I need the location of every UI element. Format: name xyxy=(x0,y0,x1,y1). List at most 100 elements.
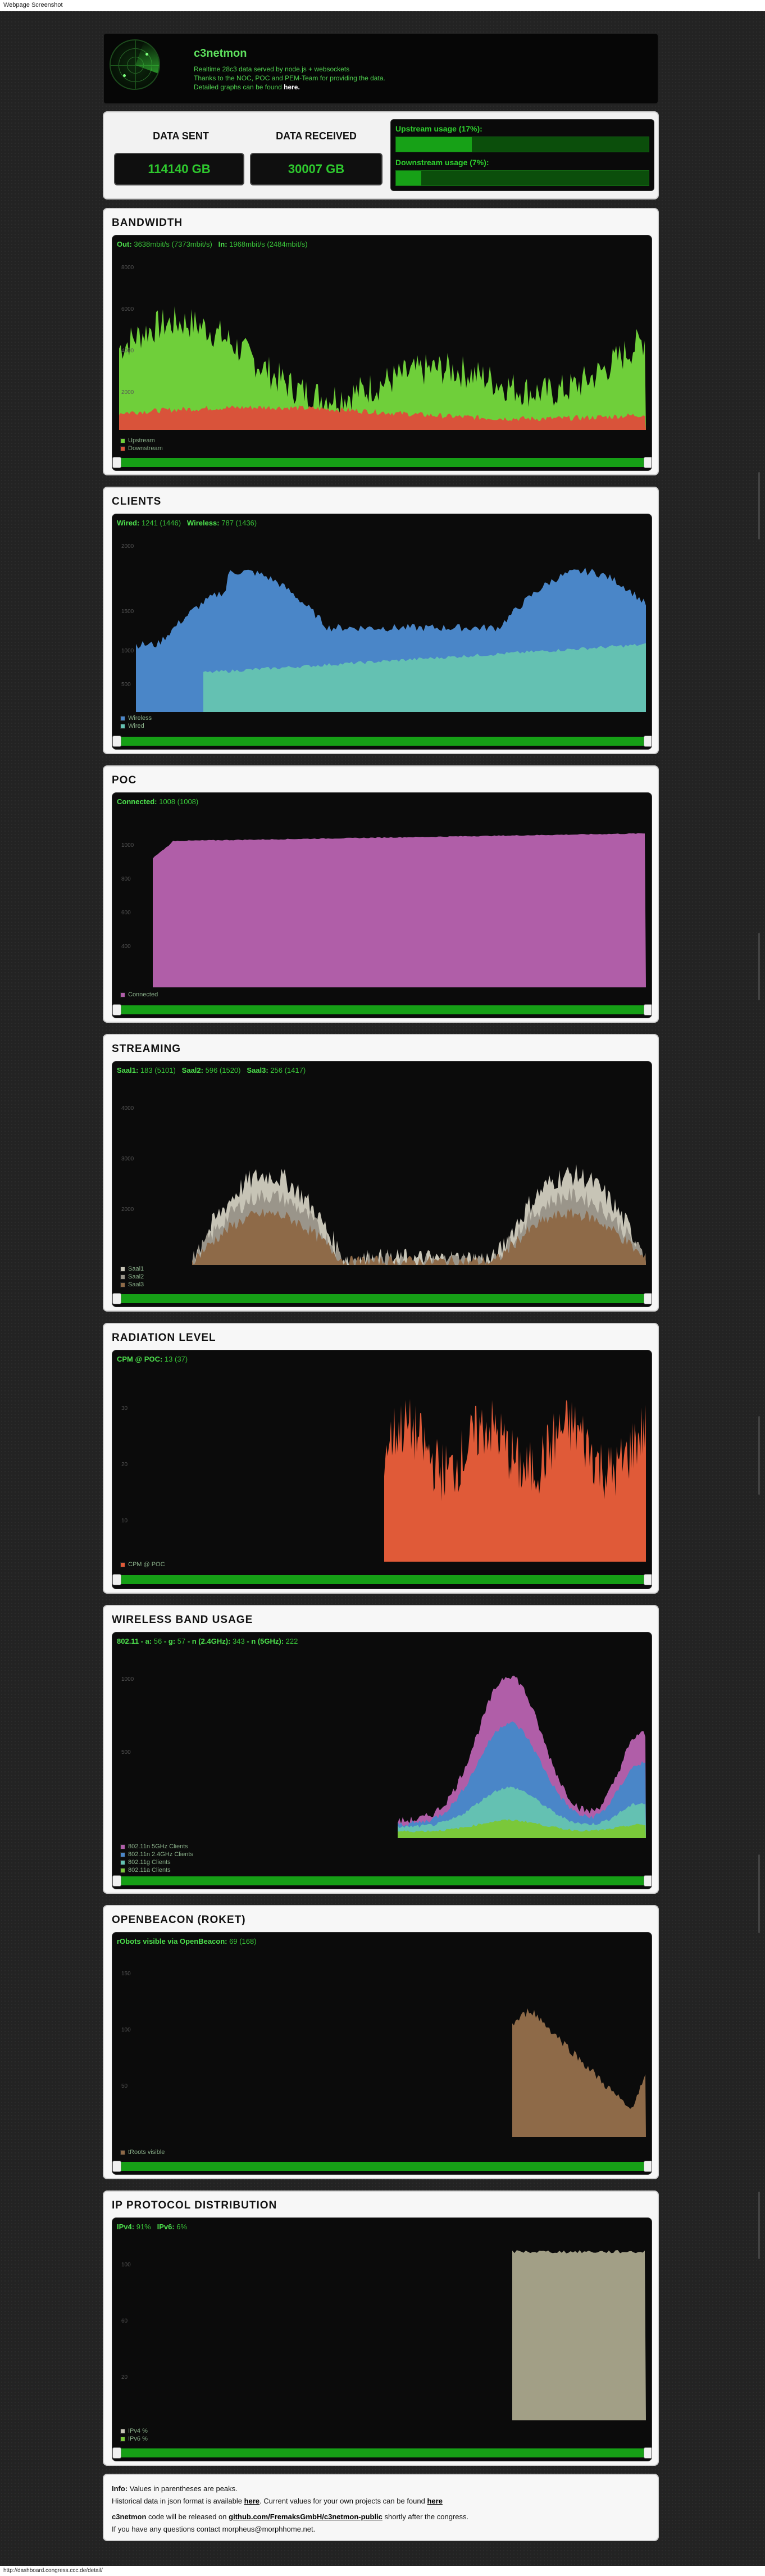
radiation-summary: CPM @ POC: 13 (37) xyxy=(117,1355,188,1363)
legend-item: 802.11a Clients xyxy=(120,1866,193,1874)
radar-logo xyxy=(110,39,160,90)
clients-legend: Wireless Wired xyxy=(120,714,152,730)
range-handle-right[interactable] xyxy=(644,2447,652,2459)
wireless-title: WIRELESS BAND USAGE xyxy=(112,1614,253,1626)
range-handle-left[interactable] xyxy=(112,1293,121,1304)
site-title: c3netmon xyxy=(194,47,247,60)
bandwidth-legend: Upstream Downstream xyxy=(120,437,163,452)
bandwidth-panel: BANDWIDTH Out: 3638mbit/s (7373mbit/s) I… xyxy=(103,208,659,475)
clients-panel: CLIENTS Wired: 1241 (1446) Wireless: 787… xyxy=(103,487,659,754)
scroll-marker xyxy=(758,2192,760,2259)
clients-title: CLIENTS xyxy=(112,496,162,507)
streaming-summary: Saal1: 183 (5101) Saal2: 596 (1520) Saal… xyxy=(117,1066,306,1074)
bandwidth-title: BANDWIDTH xyxy=(112,217,183,229)
svg-text:3000: 3000 xyxy=(121,1156,134,1162)
data-sent-label: DATA SENT xyxy=(153,130,209,142)
range-handle-right[interactable] xyxy=(644,1875,652,1886)
footer-historical: Historical data in json format is availa… xyxy=(112,2497,443,2505)
poc-range-slider[interactable] xyxy=(112,1004,652,1015)
openbeacon-chart: 150 100 50 xyxy=(119,1958,646,2137)
historical-data-link[interactable]: here xyxy=(244,2497,259,2505)
range-handle-right[interactable] xyxy=(644,736,652,747)
radiation-title: RADIATION LEVEL xyxy=(112,1332,216,1344)
legend-item: IPv4 % xyxy=(120,2427,148,2435)
svg-text:100: 100 xyxy=(121,2262,131,2268)
streaming-chart: 4000 3000 2000 xyxy=(119,1087,646,1265)
range-handle-right[interactable] xyxy=(644,1574,652,1585)
range-handle-left[interactable] xyxy=(112,457,121,468)
browser-status-bar: http://dashboard.congress.ccc.de/detail/ xyxy=(0,2566,765,2576)
legend-item: Wired xyxy=(120,722,152,730)
range-handle-left[interactable] xyxy=(112,2447,121,2459)
svg-text:1000: 1000 xyxy=(121,648,134,654)
range-handle-left[interactable] xyxy=(112,2161,121,2172)
ipproto-range-slider[interactable] xyxy=(112,2447,652,2459)
svg-text:1000: 1000 xyxy=(121,842,134,849)
range-handle-left[interactable] xyxy=(112,1875,121,1886)
traffic-stats: DATA SENT 114140 GB DATA RECEIVED 30007 … xyxy=(103,111,659,199)
scroll-marker xyxy=(758,933,760,1000)
browser-title-bar: Webpage Screenshot xyxy=(0,0,765,11)
svg-text:800: 800 xyxy=(121,876,131,882)
svg-text:2000: 2000 xyxy=(121,389,134,396)
wireless-chart: 1000 500 xyxy=(119,1658,646,1838)
site-header: c3netmon Realtime 28c3 data served by no… xyxy=(103,33,659,105)
streaming-range-slider[interactable] xyxy=(112,1293,652,1304)
range-handle-right[interactable] xyxy=(644,1004,652,1015)
radiation-chart: 30 20 10 xyxy=(119,1376,646,1562)
status-url: http://dashboard.congress.ccc.de/detail/ xyxy=(3,2568,103,2574)
radiation-range-slider[interactable] xyxy=(112,1574,652,1585)
openbeacon-range-slider[interactable] xyxy=(112,2161,652,2172)
range-handle-right[interactable] xyxy=(644,1293,652,1304)
data-received-label: DATA RECEIVED xyxy=(276,130,357,142)
svg-text:2000: 2000 xyxy=(121,1207,134,1213)
range-handle-left[interactable] xyxy=(112,1004,121,1015)
footer-contact: If you have any questions contact morphe… xyxy=(112,2525,316,2533)
svg-text:4000: 4000 xyxy=(121,348,134,354)
wireless-range-slider[interactable] xyxy=(112,1875,652,1886)
legend-item: Saal1 xyxy=(120,1265,144,1273)
browser-title: Webpage Screenshot xyxy=(3,2,63,8)
details-link[interactable]: here. xyxy=(284,83,300,91)
svg-text:30: 30 xyxy=(121,1405,128,1412)
svg-text:4000: 4000 xyxy=(121,1105,134,1112)
legend-item: Downstream xyxy=(120,445,163,452)
github-link[interactable]: github.com/FremaksGmbH/c3netmon-public xyxy=(229,2512,382,2521)
header-details: Detailed graphs can be found here. xyxy=(194,83,300,91)
footer-info: Info: Values in parentheses are peaks. xyxy=(112,2484,238,2493)
upstream-usage-label: Upstream usage (17%): xyxy=(395,124,482,133)
clients-summary: Wired: 1241 (1446) Wireless: 787 (1436) xyxy=(117,519,257,527)
range-handle-left[interactable] xyxy=(112,1574,121,1585)
range-handle-left[interactable] xyxy=(112,736,121,747)
svg-text:600: 600 xyxy=(121,910,131,916)
svg-text:1000: 1000 xyxy=(121,1676,134,1682)
wireless-panel: WIRELESS BAND USAGE 802.11 - a: 56 - g: … xyxy=(103,1605,659,1894)
downstream-usage-bar xyxy=(395,170,649,186)
svg-text:6000: 6000 xyxy=(121,306,134,312)
svg-text:2000: 2000 xyxy=(121,543,134,550)
svg-text:8000: 8000 xyxy=(121,265,134,271)
svg-text:500: 500 xyxy=(121,682,131,688)
clients-range-slider[interactable] xyxy=(112,736,652,747)
legend-item: CPM @ POC xyxy=(120,1561,165,1568)
legend-item: Upstream xyxy=(120,437,163,445)
range-handle-right[interactable] xyxy=(644,457,652,468)
svg-text:150: 150 xyxy=(121,1971,131,1977)
poc-title: POC xyxy=(112,774,137,786)
header-thanks: Thanks to the NOC, POC and PEM-Team for … xyxy=(194,74,385,82)
radiation-panel: RADIATION LEVEL CPM @ POC: 13 (37) 30 20 1… xyxy=(103,1323,659,1594)
legend-item: 802.11n 2.4GHz Clients xyxy=(120,1851,193,1858)
current-values-link[interactable]: here xyxy=(427,2497,442,2505)
svg-text:100: 100 xyxy=(121,2027,131,2033)
ipproto-title: IP PROTOCOL DISTRIBUTION xyxy=(112,2199,277,2211)
range-handle-right[interactable] xyxy=(644,2161,652,2172)
radiation-legend: CPM @ POC xyxy=(120,1561,165,1568)
bandwidth-range-slider[interactable] xyxy=(112,457,652,468)
bandwidth-summary: Out: 3638mbit/s (7373mbit/s) In: 1968mbi… xyxy=(117,240,308,248)
bandwidth-chart: 8000 6000 4000 2000 xyxy=(119,261,646,430)
streaming-title: STREAMING xyxy=(112,1043,181,1055)
wireless-legend: 802.11n 5GHz Clients 802.11n 2.4GHz Clie… xyxy=(120,1843,193,1874)
svg-text:50: 50 xyxy=(121,2083,128,2089)
svg-text:400: 400 xyxy=(121,944,131,950)
svg-text:10: 10 xyxy=(121,1518,128,1524)
